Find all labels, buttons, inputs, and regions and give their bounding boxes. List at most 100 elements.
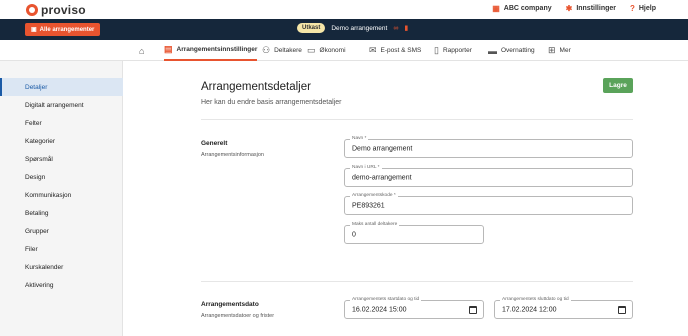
field-label: Arrangementets startdato og tid — [350, 297, 422, 302]
sidebar-item-course-calendar[interactable]: Kurskalender — [0, 258, 123, 276]
sidebar-item-digital[interactable]: Digitalt arrangement — [0, 96, 123, 114]
company-menu[interactable]: ▦ ABC company — [492, 4, 551, 13]
calendar-icon: ▣ — [31, 27, 37, 33]
tab-label: E-post & SMS — [380, 47, 422, 54]
start-datetime-field[interactable]: Arrangementets startdato og tid 16.02.20… — [344, 297, 484, 319]
name-field[interactable]: Navn * Demo arrangement — [344, 136, 633, 158]
tab-home[interactable]: ⌂ — [139, 40, 144, 61]
field-label: Navn i URL * — [350, 165, 382, 170]
tab-label: Deltakere — [274, 47, 302, 54]
sidebar-item-design[interactable]: Design — [0, 168, 123, 186]
tab-email-sms[interactable]: ✉ E-post & SMS — [369, 40, 421, 61]
top-bar: proviso ▦ ABC company ✱ Innstillinger ? … — [0, 0, 688, 19]
tab-label: Mer — [559, 47, 571, 54]
sidebar-item-label: Spørsmål — [25, 155, 53, 163]
mail-icon: ✉ — [369, 45, 377, 55]
sidebar: Detaljer Digitalt arrangement Felter Kat… — [0, 61, 123, 336]
sidebar-item-files[interactable]: Filer — [0, 240, 123, 258]
section-subtitle-dates: Arrangementsdatoer og frister — [201, 313, 275, 319]
event-bar: ▣ Alle arrangementer Utkast Demo arrange… — [0, 19, 688, 40]
field-label: Arrangementskode * — [350, 193, 398, 198]
report-icon: ▯ — [434, 45, 439, 55]
help-menu[interactable]: ? Hjelp — [630, 4, 656, 13]
logo-text: proviso — [41, 3, 86, 17]
section-title-general: Generelt — [201, 140, 228, 147]
home-icon: ⌂ — [139, 45, 145, 56]
settings-label: Innstillinger — [576, 5, 616, 12]
field-label: Maks antall deltakere — [350, 222, 400, 227]
tab-more[interactable]: ⊞ Mer — [548, 40, 571, 61]
proviso-logo[interactable]: proviso — [26, 3, 86, 17]
field-value: Demo arrangement — [352, 145, 413, 152]
tab-economy[interactable]: ▭ Økonomi — [307, 40, 346, 61]
bed-icon: ▬ — [488, 45, 497, 56]
help-icon: ? — [629, 4, 635, 13]
tab-event-settings[interactable]: ▤ Arrangementsinnstillinger — [164, 40, 258, 61]
status-badge: Utkast — [297, 23, 326, 33]
link-icon[interactable]: ∞ — [393, 25, 398, 32]
end-datetime-field[interactable]: Arrangementets sluttdato og tid 17.02.20… — [494, 297, 633, 319]
sidebar-item-categories[interactable]: Kategorier — [0, 132, 123, 150]
tab-participants[interactable]: ⚇ Deltakere — [262, 40, 302, 61]
sidebar-item-label: Digitalt arrangement — [25, 101, 84, 109]
users-icon: ⚇ — [262, 45, 271, 55]
divider — [201, 119, 633, 120]
page-subtitle: Her kan du endre basis arrangementsdetal… — [201, 99, 342, 106]
sidebar-item-activation[interactable]: Aktivering — [0, 276, 123, 294]
sidebar-item-fields[interactable]: Felter — [0, 114, 123, 132]
main-content: Arrangementsdetaljer Her kan du endre ba… — [123, 61, 688, 336]
field-value: 0 — [352, 231, 356, 238]
section-subtitle-general: Arrangementsinformasjon — [201, 152, 264, 158]
field-label: Navn * — [350, 136, 369, 141]
field-value: demo-arrangement — [352, 174, 412, 181]
money-icon: ▭ — [307, 45, 316, 55]
tab-bar: ⌂ ▤ Arrangementsinnstillinger ⚇ Deltaker… — [0, 40, 688, 61]
sidebar-item-label: Kommunikasjon — [25, 191, 72, 199]
tab-reports[interactable]: ▯ Rapporter — [434, 40, 472, 61]
sidebar-item-label: Kategorier — [25, 137, 55, 145]
sidebar-item-questions[interactable]: Spørsmål — [0, 150, 123, 168]
sidebar-item-label: Filer — [25, 245, 38, 253]
field-value: 17.02.2024 12:00 — [502, 306, 557, 313]
sidebar-item-label: Kurskalender — [25, 263, 64, 271]
tab-label: Økonomi — [319, 47, 346, 54]
sidebar-item-label: Detaljer — [25, 83, 48, 91]
all-events-label: Alle arrangementer — [39, 26, 95, 33]
tab-label: Arrangementsinnstillinger — [176, 46, 258, 53]
field-value: 16.02.2024 15:00 — [352, 306, 407, 313]
grid-icon: ⊞ — [548, 45, 556, 55]
sidebar-item-label: Design — [25, 173, 46, 181]
sidebar-item-groups[interactable]: Grupper — [0, 222, 123, 240]
help-label: Hjelp — [638, 5, 656, 12]
gear-icon: ✱ — [565, 4, 573, 13]
company-label: ABC company — [503, 5, 552, 12]
sidebar-item-label: Betaling — [25, 209, 49, 217]
url-name-field[interactable]: Navn i URL * demo-arrangement — [344, 165, 633, 187]
building-icon: ▦ — [492, 4, 500, 13]
sidebar-item-communication[interactable]: Kommunikasjon — [0, 186, 123, 204]
logo-icon — [26, 4, 38, 16]
calendar-icon[interactable] — [618, 305, 626, 314]
max-participants-field[interactable]: Maks antall deltakere 0 — [344, 222, 484, 244]
calendar-gear-icon: ▤ — [164, 44, 173, 54]
page-title: Arrangementsdetaljer — [201, 81, 311, 93]
field-value: PE893261 — [352, 202, 385, 209]
event-code-field[interactable]: Arrangementskode * PE893261 — [344, 193, 633, 215]
sidebar-item-label: Felter — [25, 119, 42, 127]
tab-label: Rapporter — [442, 47, 472, 54]
save-button[interactable]: Lagre — [603, 78, 633, 93]
tab-accommodation[interactable]: ▬ Overnatting — [488, 40, 535, 61]
settings-menu[interactable]: ✱ Innstillinger — [566, 4, 616, 13]
calendar-icon[interactable] — [469, 305, 477, 314]
sidebar-item-label: Grupper — [25, 227, 49, 235]
tab-label: Overnatting — [501, 47, 535, 54]
event-name: Demo arrangement — [331, 24, 388, 32]
sidebar-item-payment[interactable]: Betaling — [0, 204, 123, 222]
section-title-dates: Arrangementsdato — [201, 301, 259, 308]
sidebar-item-details[interactable]: Detaljer — [0, 78, 123, 96]
field-label: Arrangementets sluttdato og tid — [500, 297, 571, 302]
sidebar-item-label: Aktivering — [25, 281, 54, 289]
chart-icon[interactable]: ▮ — [404, 24, 408, 32]
all-events-button[interactable]: ▣ Alle arrangementer — [25, 23, 101, 36]
divider — [201, 281, 633, 282]
